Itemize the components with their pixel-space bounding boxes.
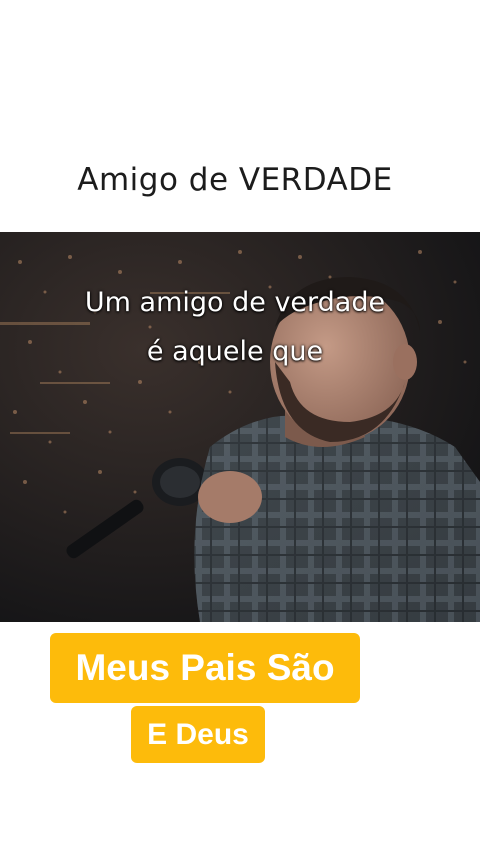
subtitle-line-1: Um amigo de verdade <box>84 287 386 318</box>
caption-badge-primary: Meus Pais São <box>50 633 360 703</box>
page-title: Amigo de VERDADE <box>77 162 393 198</box>
subtitle-line-2: é aquele que <box>146 336 324 367</box>
caption-badge-secondary: E Deus <box>131 706 265 763</box>
